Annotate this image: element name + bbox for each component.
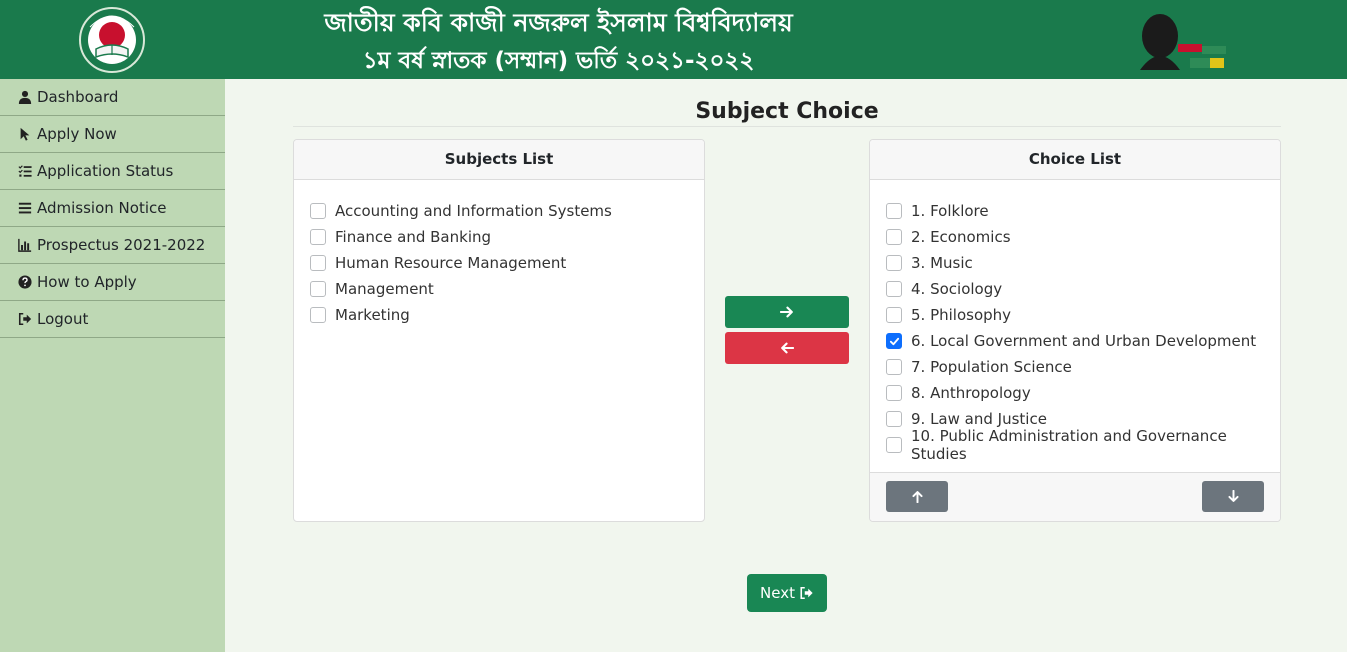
list-item-label: 10. Public Administration and Governance… (911, 427, 1227, 463)
title-divider (293, 126, 1281, 127)
list-item-label: 4. Sociology (911, 280, 1003, 298)
sign-out-icon (16, 311, 34, 327)
sidebar-item-label: Logout (37, 310, 89, 328)
list-item-label: Management (335, 280, 434, 298)
arrow-up-icon (911, 491, 923, 503)
checkbox[interactable] (886, 411, 902, 427)
list-item-label: 7. Population Science (911, 358, 1072, 376)
next-button-label: Next (760, 584, 795, 602)
sidebar-item-prospectus[interactable]: Prospectus 2021-2022 (0, 227, 225, 264)
sidebar-item-dashboard[interactable]: Dashboard (0, 79, 225, 116)
list-item-label: Human Resource Management (335, 254, 567, 272)
choice-list-footer (870, 472, 1280, 521)
list-item[interactable]: 7. Population Science (886, 354, 1264, 380)
sidebar: Dashboard Apply Now Application Status A… (0, 79, 225, 652)
list-item[interactable]: 6. Local Government and Urban Developmen… (886, 328, 1264, 354)
header-bar: জাতীয় কবি কাজী নজরুল ইসলাম বিশ্ববিদ্যাল… (0, 0, 1347, 79)
sidebar-item-label: Application Status (37, 162, 174, 180)
checkbox[interactable] (310, 281, 326, 297)
question-circle-icon (16, 274, 34, 290)
checkbox[interactable] (886, 203, 902, 219)
list-item-label: Finance and Banking (335, 228, 492, 246)
list-item[interactable]: 4. Sociology (886, 276, 1264, 302)
sidebar-item-label: Prospectus 2021-2022 (37, 236, 206, 254)
list-item-label: Marketing (335, 306, 410, 324)
user-icon (16, 89, 34, 105)
list-item[interactable]: Marketing (310, 302, 688, 328)
sidebar-item-label: Apply Now (37, 125, 117, 143)
choice-list-body: 1. Folklore 2. Economics 3. Music 4. Soc… (870, 180, 1280, 476)
checkbox[interactable] (886, 307, 902, 323)
list-item[interactable]: 5. Philosophy (886, 302, 1264, 328)
sidebar-item-admission-notice[interactable]: Admission Notice (0, 190, 225, 227)
subjects-list-card: Subjects List Accounting and Information… (293, 139, 705, 522)
sidebar-item-label: Admission Notice (37, 199, 167, 217)
list-item-label: 8. Anthropology (911, 384, 1031, 402)
checkbox[interactable] (886, 385, 902, 401)
sidebar-item-how-to-apply[interactable]: How to Apply (0, 264, 225, 301)
checkbox[interactable] (886, 437, 902, 453)
bars-icon (16, 200, 34, 216)
list-item[interactable]: 3. Music (886, 250, 1264, 276)
list-item[interactable]: 8. Anthropology (886, 380, 1264, 406)
list-item[interactable]: Accounting and Information Systems (310, 198, 688, 224)
list-item-label: 2. Economics (911, 228, 1011, 246)
sidebar-item-label: Dashboard (37, 88, 119, 106)
checkbox[interactable] (310, 307, 326, 323)
subjects-list-body: Accounting and Information Systems Finan… (294, 180, 704, 346)
subjects-list-header: Subjects List (294, 140, 704, 180)
checkbox[interactable] (886, 255, 902, 271)
list-item-label: 1. Folklore (911, 202, 989, 220)
add-to-choice-button[interactable] (725, 296, 849, 328)
choice-list-header: Choice List (870, 140, 1280, 180)
arrow-right-icon (780, 306, 793, 318)
arrow-left-icon (781, 342, 794, 354)
list-item-label: 5. Philosophy (911, 306, 1012, 324)
page-title: Subject Choice (695, 99, 879, 124)
list-item[interactable]: 1. Folklore (886, 198, 1264, 224)
sign-out-icon (800, 586, 813, 600)
bar-chart-icon (16, 237, 34, 253)
checkbox[interactable] (310, 255, 326, 271)
remove-from-choice-button[interactable] (725, 332, 849, 364)
header-title-line2: ১ম বর্ষ স্নাতক (সম্মান) ভর্তি ২০২১-২০২২ (362, 48, 755, 74)
check-icon (889, 337, 899, 345)
checkbox[interactable] (310, 229, 326, 245)
list-item-label: Accounting and Information Systems (335, 202, 612, 220)
header-title-line1: জাতীয় কবি কাজী নজরুল ইসলাম বিশ্ববিদ্যাল… (324, 8, 793, 37)
pointer-icon (16, 126, 34, 142)
list-item[interactable]: Management (310, 276, 688, 302)
list-item[interactable]: 2. Economics (886, 224, 1264, 250)
mujib-100-logo-icon (1130, 6, 1230, 72)
list-item[interactable]: Finance and Banking (310, 224, 688, 250)
list-item-label: 3. Music (911, 254, 973, 272)
checkbox-checked[interactable] (886, 333, 902, 349)
list-item[interactable]: 10. Public Administration and Governance… (886, 427, 1264, 463)
list-item-label: 6. Local Government and Urban Developmen… (911, 332, 1257, 350)
checkbox[interactable] (886, 229, 902, 245)
choice-list-card: Choice List 1. Folklore 2. Economics 3. … (869, 139, 1281, 522)
sidebar-item-application-status[interactable]: Application Status (0, 153, 225, 190)
checkbox[interactable] (886, 359, 902, 375)
checkbox[interactable] (886, 281, 902, 297)
next-button[interactable]: Next (747, 574, 827, 612)
move-up-button[interactable] (886, 481, 948, 512)
sidebar-item-apply-now[interactable]: Apply Now (0, 116, 225, 153)
sidebar-item-logout[interactable]: Logout (0, 301, 225, 338)
checkbox[interactable] (310, 203, 326, 219)
sidebar-item-label: How to Apply (37, 273, 137, 291)
checklist-icon (16, 163, 34, 179)
list-item-label: 9. Law and Justice (911, 410, 1047, 428)
arrow-down-icon (1227, 490, 1239, 502)
list-item[interactable]: Human Resource Management (310, 250, 688, 276)
move-down-button[interactable] (1202, 481, 1264, 512)
